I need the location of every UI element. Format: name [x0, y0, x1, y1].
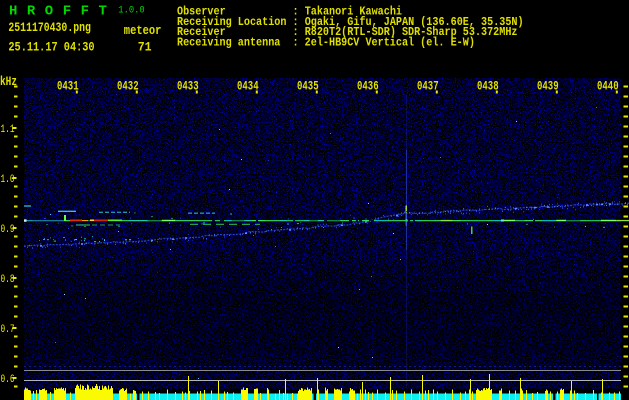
- svg-text:0440: 0440: [597, 78, 619, 93]
- svg-text:0.7: 0.7: [1, 324, 15, 336]
- svg-text:0433: 0433: [177, 78, 199, 93]
- svg-text:Receiving antenna : 2el-HB9CV: Receiving antenna : 2el-HB9CV Vertical (…: [177, 35, 475, 49]
- svg-text:25.11.17 04:30: 25.11.17 04:30: [8, 40, 94, 55]
- svg-text:0439: 0439: [537, 78, 559, 93]
- svg-text:0435: 0435: [297, 78, 319, 93]
- svg-text:1.0.0: 1.0.0: [118, 6, 144, 17]
- svg-text:0438: 0438: [477, 78, 499, 93]
- svg-text:H R O F F T: H R O F F T: [9, 4, 107, 20]
- svg-text:0437: 0437: [417, 78, 439, 93]
- svg-text:0431: 0431: [57, 78, 79, 93]
- svg-text:meteor: meteor: [124, 23, 162, 38]
- svg-text:0.8: 0.8: [1, 274, 15, 286]
- svg-text:1.0: 1.0: [1, 174, 15, 186]
- svg-text:71: 71: [138, 40, 152, 55]
- svg-text:2511170430.png: 2511170430.png: [8, 20, 91, 35]
- svg-text:kHz: kHz: [0, 74, 17, 89]
- svg-text:0432: 0432: [117, 78, 139, 93]
- svg-text:1.1: 1.1: [1, 124, 15, 136]
- svg-text:0436: 0436: [357, 78, 379, 93]
- svg-text:0434: 0434: [237, 78, 259, 93]
- svg-text:0.6: 0.6: [1, 374, 15, 386]
- svg-text:0.9: 0.9: [1, 224, 15, 236]
